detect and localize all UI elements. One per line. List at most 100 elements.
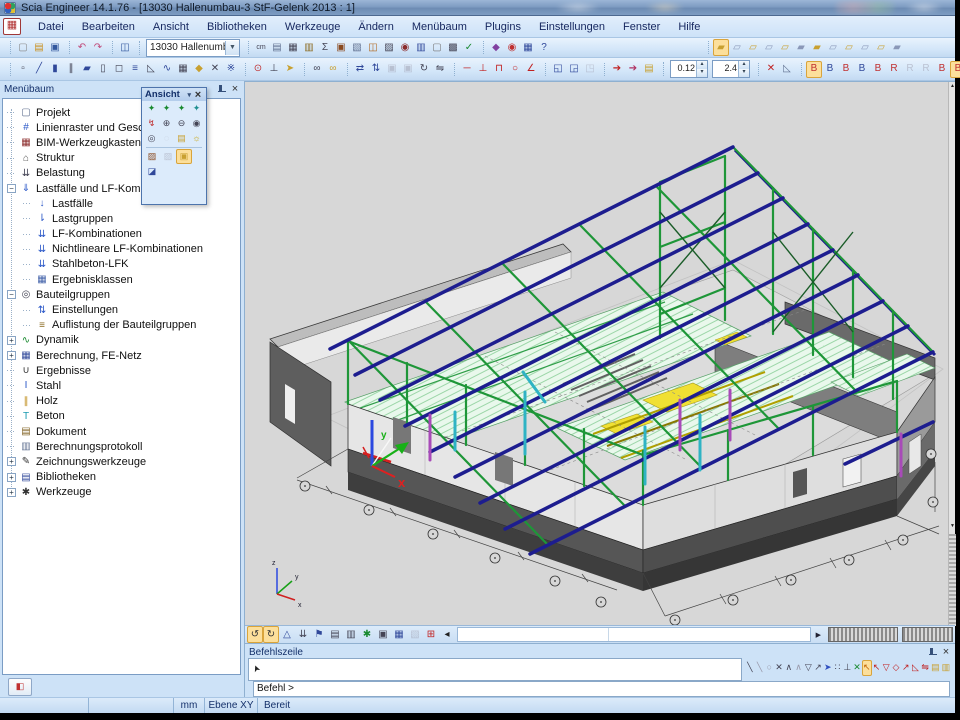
snap-free-button[interactable]: ╲	[745, 660, 755, 676]
ansicht-floating-panel[interactable]: Ansicht ▾ × ✦✦✦✦ ↯⊕⊖◉ ◎◌▤☼ ▨▨▣ ◪	[141, 87, 207, 205]
catalog-block-button[interactable]: ◆	[191, 61, 207, 78]
scroll-left-view-button[interactable]: ◂	[439, 626, 455, 643]
tree-expander[interactable]	[7, 173, 16, 174]
tree-item-load-groups[interactable]: ⇂ Lastgruppen	[3, 211, 240, 226]
command-history[interactable]: ➤	[248, 658, 742, 681]
view-parameters-button[interactable]: ◪	[144, 164, 160, 179]
load-case-manager-button[interactable]: B	[806, 61, 822, 78]
mesh-setup-button[interactable]: B	[934, 61, 950, 78]
snap-midpoint-button[interactable]: ▽	[881, 660, 891, 676]
timber-setup-button[interactable]: R	[918, 61, 934, 78]
snap-endpoint-button[interactable]: ↖	[872, 660, 882, 676]
units-button[interactable]: cm	[253, 39, 269, 56]
print-picture-button[interactable]: ▨	[144, 149, 160, 164]
snap-delete-button[interactable]: ✕	[774, 660, 784, 676]
rib-button[interactable]: ≡	[127, 61, 143, 78]
connect-members-button[interactable]: ✕	[207, 61, 223, 78]
dot-grid-button[interactable]: ∷	[833, 660, 843, 676]
pin-icon[interactable]	[928, 647, 938, 657]
result-class-button[interactable]: B	[870, 61, 886, 78]
red-mesh-grid-button[interactable]: ⊞	[423, 626, 439, 643]
scrollbar-rib[interactable]	[949, 534, 956, 626]
combo-dropdown-icon[interactable]: ▼	[225, 41, 239, 55]
light-settings-button[interactable]: ☼	[189, 131, 204, 146]
tree-item-result-classes[interactable]: ▦ Ergebnisklassen	[3, 272, 240, 287]
tree-expander[interactable]	[7, 142, 16, 143]
tree-item-concrete[interactable]: T Beton	[3, 409, 240, 424]
close-icon[interactable]: ×	[941, 647, 951, 657]
viewport-horizontal-scrollbar[interactable]	[457, 627, 811, 642]
tree-expander[interactable]	[7, 446, 16, 447]
menu-item-bearbeiten[interactable]: Bearbeiten	[73, 18, 144, 36]
tree-expander[interactable]	[23, 264, 32, 265]
snap-measure-button[interactable]: ⇋	[920, 660, 930, 676]
tree-expander[interactable]	[23, 310, 32, 311]
volume-mode-button[interactable]: ▣	[375, 626, 391, 643]
spinner-down-icon[interactable]: ▾	[697, 69, 707, 77]
tree-expander[interactable]: −	[7, 290, 16, 299]
search-members-button[interactable]: ∞	[309, 61, 325, 78]
clipboard-picture-button[interactable]: ▣	[176, 149, 192, 164]
zoom-previous-button[interactable]: ◌	[159, 131, 174, 146]
steel-setup-button[interactable]: R	[902, 61, 918, 78]
column-button[interactable]: ▮	[47, 61, 63, 78]
viewport-vertical-scrollbar[interactable]: ▲ ▼	[948, 82, 955, 626]
tree-expander[interactable]	[7, 401, 16, 402]
wall-button[interactable]: ▯	[95, 61, 111, 78]
node-button[interactable]: ▫	[15, 61, 31, 78]
tree-item-dynamics[interactable]: + ∿ Dynamik	[3, 333, 240, 348]
zoom-person-button[interactable]: △	[279, 626, 295, 643]
tree-expander[interactable]	[7, 431, 16, 432]
load-panel-button[interactable]: ▦	[175, 61, 191, 78]
spinner-down-icon[interactable]: ▾	[739, 69, 749, 77]
snap-vertex-button[interactable]: ∧	[784, 660, 794, 676]
activity-filter-11-button[interactable]: ▱	[873, 39, 889, 56]
tree-item-results[interactable]: ∪ Ergebnisse	[3, 363, 240, 378]
tree-expander[interactable]: +	[7, 336, 16, 345]
zoom-window-button[interactable]: ◉	[189, 116, 204, 131]
tree-item-tools[interactable]: + ✱ Werkzeuge	[3, 485, 240, 500]
tree-expander[interactable]	[23, 279, 32, 280]
menu-item-menübaum[interactable]: Menübaum	[403, 18, 476, 36]
paste-attributes-button[interactable]: ◲	[566, 61, 582, 78]
wireframe-view-button[interactable]: ✦	[144, 101, 159, 116]
tree-expander[interactable]	[23, 325, 32, 326]
snap-edge-button[interactable]: ∧	[794, 660, 804, 676]
save-button[interactable]: ▣	[47, 39, 63, 56]
zoom-out-button[interactable]: ⊖	[174, 116, 189, 131]
calculation-report-button[interactable]: ▤	[269, 39, 285, 56]
project-window-button[interactable]: ◫	[117, 39, 133, 56]
engineering-library-button[interactable]: ▥	[413, 39, 429, 56]
concrete-setup-button[interactable]: R	[886, 61, 902, 78]
tree-item-libraries[interactable]: + ▤ Bibliotheken	[3, 470, 240, 485]
tree-expander[interactable]: +	[7, 457, 16, 466]
quick-input-button[interactable]: ➔	[625, 61, 641, 78]
tree-expander[interactable]	[23, 203, 32, 204]
app-window-icon[interactable]: ▦	[3, 18, 21, 35]
tree-expander[interactable]: +	[7, 488, 16, 497]
load-display-button[interactable]: ⇊	[295, 626, 311, 643]
tree-expander[interactable]	[23, 234, 32, 235]
multi-copy-button[interactable]: ⇅	[368, 61, 384, 78]
document-check-button[interactable]: ✓	[461, 39, 477, 56]
copy-picture-button[interactable]: ▨	[160, 149, 176, 164]
picture-export-button[interactable]: ▧	[349, 39, 365, 56]
menu-item-fenster[interactable]: Fenster	[614, 18, 669, 36]
nonlinear-combination-button[interactable]: B	[854, 61, 870, 78]
scale-spinner[interactable]: 0.12 ▴▾	[670, 60, 708, 78]
beam-button[interactable]: ╱	[31, 61, 47, 78]
tree-item-steel[interactable]: I Stahl	[3, 378, 240, 393]
angle-button[interactable]: ∠	[523, 61, 539, 78]
window-split-rib[interactable]	[828, 627, 898, 642]
rendered-view-button[interactable]: ✦	[174, 101, 189, 116]
activity-filter-2-button[interactable]: ▱	[729, 39, 745, 56]
combination-manager-button[interactable]: B	[838, 61, 854, 78]
copy-attributes-button[interactable]: ◱	[550, 61, 566, 78]
cross-section-button[interactable]: ∥	[63, 61, 79, 78]
fly-through-button[interactable]: ➔	[609, 61, 625, 78]
activity-filter-5-button[interactable]: ▱	[777, 39, 793, 56]
menu-item-werkzeuge[interactable]: Werkzeuge	[276, 18, 349, 36]
document-settings-button[interactable]: ▩	[445, 39, 461, 56]
shaded-view-button[interactable]: ✦	[159, 101, 174, 116]
tree-item-settings[interactable]: ⇅ Einstellungen	[3, 302, 240, 317]
